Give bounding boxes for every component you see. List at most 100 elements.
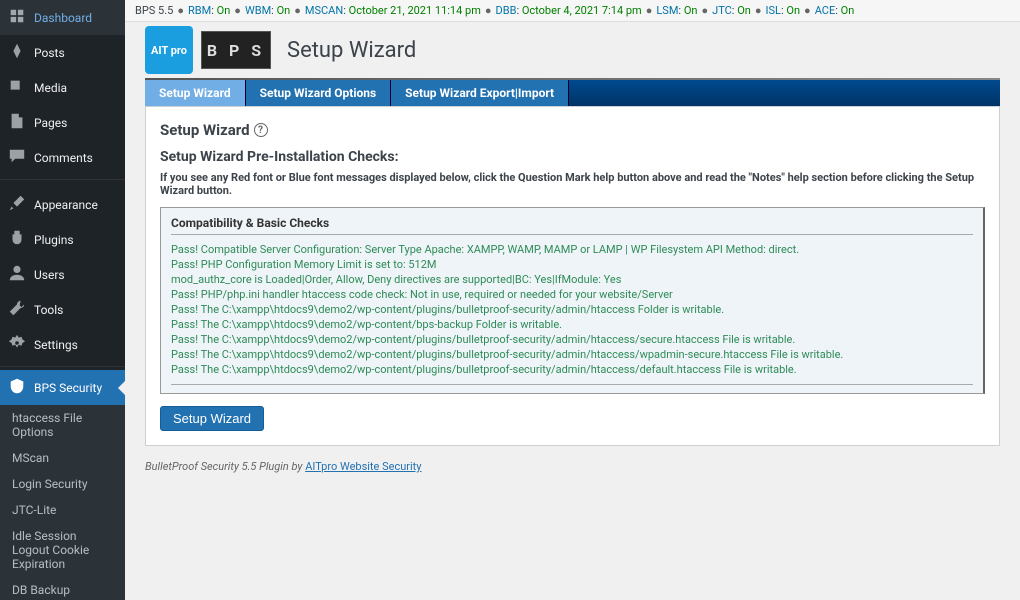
status-lsm-value: On [684,4,698,17]
setup-wizard-button[interactable]: Setup Wizard [160,406,264,431]
bps-logo: B P S [201,31,271,69]
page-icon [8,112,26,133]
status-jtc-label: JTC [712,4,732,17]
bullet-icon: ● [234,4,241,17]
bullet-icon: ● [177,4,184,17]
status-isl-label: ISL [766,4,781,17]
status-jtc-value: On [737,4,751,17]
sidebar-group-site: Appearance Plugins Users Tools Settings [0,187,125,362]
sidebar-item-pages[interactable]: Pages [0,105,125,140]
sidebar-item-label: Pages [34,116,67,130]
content-wrap: AIT pro B P S Setup Wizard Setup Wizard … [125,22,1020,493]
warning-text: If you see any Red font or Blue font mes… [160,171,985,197]
sidebar-sub-login-security[interactable]: Login Security [0,471,125,497]
status-ace-label: ACE [815,4,836,17]
status-lsm-label: LSM [656,4,678,17]
dashboard-icon [8,7,26,28]
sidebar-sub-jtc-lite[interactable]: JTC-Lite [0,497,125,523]
status-rbm-label: RBM [188,4,211,17]
sidebar-item-label: BPS Security [34,381,102,395]
tab-setup-wizard[interactable]: Setup Wizard [145,80,246,106]
sidebar-item-label: Appearance [34,198,98,212]
sidebar-sub-htaccess[interactable]: htaccess File Options [0,405,125,445]
status-bar: BPS 5.5 ● RBM: On ● WBM: On ● MSCAN: Oct… [125,0,1020,22]
status-dbb-label: DBB [496,4,517,17]
bullet-icon: ● [804,4,811,17]
checks-title: Compatibility & Basic Checks [171,216,973,235]
sidebar-item-label: Media [34,81,67,95]
user-icon [8,264,26,285]
sidebar-item-label: Tools [34,303,63,317]
title-row: AIT pro B P S Setup Wizard [145,22,1000,74]
check-line: Pass! The C:\xampp\htdocs9\demo2/wp-cont… [171,363,973,376]
sidebar-item-appearance[interactable]: Appearance [0,187,125,222]
check-line: Pass! The C:\xampp\htdocs9\demo2/wp-cont… [171,333,973,346]
sidebar-item-users[interactable]: Users [0,257,125,292]
shield-icon [8,377,26,398]
aitpro-logo: AIT pro [145,26,193,74]
plug-icon [8,229,26,250]
tab-setup-wizard-options[interactable]: Setup Wizard Options [246,80,392,106]
sidebar-item-tools[interactable]: Tools [0,292,125,327]
main-panel: Setup Wizard ? Setup Wizard Pre-Installa… [145,106,1000,446]
admin-sidebar: Dashboard Posts Media Pages Comments App… [0,0,125,600]
sidebar-item-comments[interactable]: Comments [0,140,125,175]
gear-icon [8,334,26,355]
status-rbm-value: On [217,4,231,17]
status-ace-value: On [841,4,855,17]
sidebar-item-label: Users [34,268,65,282]
sidebar-sub-mscan[interactable]: MScan [0,445,125,471]
brush-icon [8,194,26,215]
status-wbm-label: WBM [245,4,271,17]
tab-bar: Setup Wizard Setup Wizard Options Setup … [145,80,1000,106]
status-mscan-label: MSCAN [305,4,343,17]
sidebar-item-label: Comments [34,151,93,165]
checks-box: Compatibility & Basic Checks Pass! Compa… [160,207,985,394]
check-line: Pass! Compatible Server Configuration: S… [171,243,973,256]
status-isl-value: On [786,4,800,17]
bullet-icon: ● [646,4,653,17]
sidebar-divider [0,179,125,187]
sidebar-item-dashboard[interactable]: Dashboard [0,0,125,35]
sidebar-item-label: Dashboard [34,11,92,25]
sidebar-item-settings[interactable]: Settings [0,327,125,362]
footer-link[interactable]: AITpro Website Security [305,460,421,473]
panel-heading: Setup Wizard [160,121,250,139]
status-mscan-value: October 21, 2021 11:14 pm [349,4,481,17]
bullet-icon: ● [294,4,301,17]
sidebar-item-posts[interactable]: Posts [0,35,125,70]
check-line: Pass! The C:\xampp\htdocs9\demo2/wp-cont… [171,348,973,361]
help-icon[interactable]: ? [254,123,268,137]
sidebar-item-label: Plugins [34,233,74,247]
sidebar-sub-isl[interactable]: Idle Session Logout Cookie Expiration [0,523,125,577]
sidebar-item-plugins[interactable]: Plugins [0,222,125,257]
panel-subheading: Setup Wizard Pre-Installation Checks: [160,149,985,165]
media-icon [8,77,26,98]
status-wbm-value: On [277,4,291,17]
page-title: Setup Wizard [287,38,416,63]
check-line: Pass! The C:\xampp\htdocs9\demo2/wp-cont… [171,303,973,316]
tab-setup-wizard-export-import[interactable]: Setup Wizard Export|Import [391,80,569,106]
bps-version: BPS 5.5 [135,4,173,17]
sidebar-item-label: Posts [34,46,65,60]
check-line: mod_authz_core is Loaded|Order, Allow, D… [171,273,973,286]
check-line: Pass! The C:\xampp\htdocs9\demo2/wp-cont… [171,318,973,331]
main-content: BPS 5.5 ● RBM: On ● WBM: On ● MSCAN: Oct… [125,0,1020,600]
sidebar-submenu: htaccess File Options MScan Login Securi… [0,405,125,600]
sidebar-item-bps-security[interactable]: BPS Security [0,370,125,405]
status-dbb-value: October 4, 2021 7:14 pm [522,4,642,17]
sidebar-item-media[interactable]: Media [0,70,125,105]
check-line: Pass! PHP Configuration Memory Limit is … [171,258,973,271]
footer-prefix: BulletProof Security 5.5 Plugin by [145,460,305,473]
pin-icon [8,42,26,63]
bullet-icon: ● [701,4,708,17]
sidebar-sub-db-backup[interactable]: DB Backup [0,577,125,600]
check-line: Pass! PHP/php.ini handler htaccess code … [171,288,973,301]
panel-heading-row: Setup Wizard ? [160,121,985,139]
sidebar-group-content: Dashboard Posts Media Pages Comments [0,0,125,175]
comment-icon [8,147,26,168]
bullet-icon: ● [485,4,492,17]
sidebar-item-label: Settings [34,338,78,352]
footer-note: BulletProof Security 5.5 Plugin by AITpr… [145,460,1000,473]
wrench-icon [8,299,26,320]
